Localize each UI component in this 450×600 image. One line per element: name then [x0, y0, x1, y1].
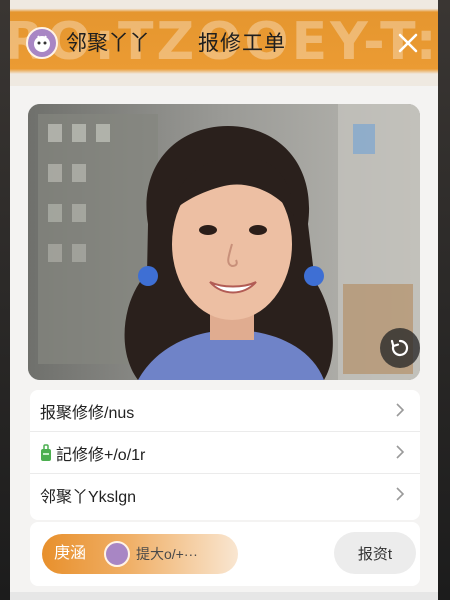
- header-bar: RO:TZOOEY-T:8 邻聚丫丫 报修工单: [10, 0, 438, 86]
- refresh-button[interactable]: [380, 328, 420, 368]
- repair-options-list: 报聚修修/nus 記修修+/o/1r 邻聚丫Ykslgn: [30, 390, 420, 520]
- chevron-right-icon: [396, 487, 405, 501]
- close-icon: [398, 33, 418, 53]
- app-name: 邻聚丫丫: [66, 32, 150, 55]
- mascot-avatar-icon: [104, 541, 130, 567]
- list-item-label: 邻聚丫Ykslgn: [40, 488, 137, 506]
- mascot-avatar-icon: [26, 27, 58, 59]
- chevron-right-icon: [396, 445, 405, 459]
- bag-icon: [41, 443, 51, 461]
- bottom-strip: [10, 592, 438, 600]
- promo-text: 提大o/+···: [136, 546, 198, 562]
- submit-report-button[interactable]: 报资t: [334, 532, 416, 574]
- list-item-repair-report[interactable]: 报聚修修/nus: [30, 390, 420, 432]
- page-title: 报修工单: [198, 32, 286, 55]
- work-order-sheet: RO:TZOOEY-T:8 邻聚丫丫 报修工单 报聚修修/nus 記修修+/o/…: [10, 0, 438, 600]
- list-item-label: 报聚修修/nus: [40, 404, 135, 422]
- right-edge: [438, 0, 450, 600]
- list-item-repair-record[interactable]: 記修修+/o/1r: [30, 432, 420, 474]
- close-button[interactable]: [394, 26, 422, 60]
- bottom-action-bar: 庚涵 提大o/+··· 报资t: [30, 522, 420, 586]
- chevron-right-icon: [396, 403, 405, 417]
- portrait-image: [28, 104, 420, 380]
- promo-label: 庚涵: [54, 545, 87, 562]
- list-item-label: 記修修+/o/1r: [56, 446, 146, 464]
- portrait-photo: [28, 104, 420, 380]
- promo-pill[interactable]: 庚涵 提大o/+···: [42, 534, 238, 574]
- refresh-icon: [390, 339, 409, 357]
- list-item-neighbors[interactable]: 邻聚丫Ykslgn: [30, 474, 420, 515]
